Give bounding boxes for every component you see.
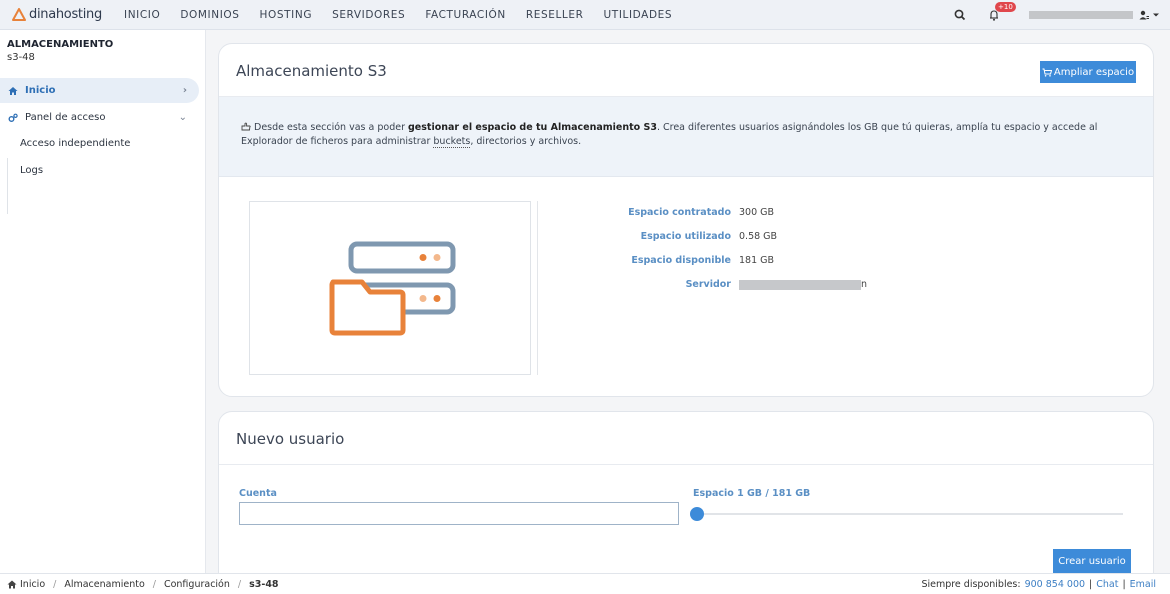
account-input[interactable]	[239, 502, 679, 525]
nav-item-inicio[interactable]: INICIO	[114, 9, 170, 21]
create-user-button[interactable]: Crear usuario	[1053, 549, 1131, 573]
breadcrumb-separator: /	[237, 578, 242, 590]
sidebar-item-label: Inicio	[25, 85, 56, 96]
cart-icon	[1042, 68, 1052, 77]
home-icon	[8, 86, 18, 95]
detail-value: n	[739, 279, 867, 293]
breadcrumb-current: s3-48	[249, 578, 279, 590]
sidebar-item-panel-acceso[interactable]: Panel de acceso ⌄	[0, 105, 199, 130]
top-navbar: dinahosting INICIO DOMINIOS HOSTING SERV…	[0, 0, 1170, 30]
nav-item-reseller[interactable]: RESELLER	[516, 9, 594, 21]
user-icon	[1139, 10, 1149, 20]
details-divider	[537, 201, 538, 375]
new-user-card: Nuevo usuario Cuenta Espacio 1 GB / 181 …	[218, 411, 1154, 586]
main-nav: INICIO DOMINIOS HOSTING SERVIDORES FACTU…	[114, 9, 682, 21]
support-contacts: Siempre disponibles: 900 854 000 | Chat …	[921, 579, 1156, 590]
sidebar-item-inicio[interactable]: Inicio ›	[0, 78, 199, 103]
caret-down-icon	[1153, 13, 1159, 17]
chat-link[interactable]: Chat	[1096, 579, 1118, 590]
detail-value: 181 GB	[739, 255, 775, 266]
sidebar-subitem-logs[interactable]: Logs	[0, 158, 199, 183]
hand-point-icon	[241, 122, 251, 131]
expand-space-button[interactable]: Ampliar espacio	[1040, 61, 1136, 83]
separator: |	[1122, 578, 1126, 590]
storage-card-header: Almacenamiento S3 Ampliar espacio	[219, 44, 1153, 97]
breadcrumb-separator: /	[152, 578, 156, 590]
space-slider-track[interactable]	[697, 513, 1123, 515]
support-phone-link[interactable]: 900 854 000	[1025, 579, 1085, 590]
info-bold: gestionar el espacio de tu Almacenamient…	[408, 122, 657, 133]
notifications-button[interactable]: +10	[987, 2, 1016, 22]
detail-row-used: Espacio utilizado 0.58 GB	[549, 231, 1149, 245]
support-label: Siempre disponibles:	[921, 578, 1021, 590]
detail-value: 300 GB	[739, 207, 775, 218]
nav-item-servidores[interactable]: SERVIDORES	[322, 9, 415, 21]
logo-triangle-icon	[12, 8, 26, 21]
server-folder-illustration	[329, 241, 456, 336]
breadcrumb-separator: /	[53, 578, 57, 590]
new-user-title: Nuevo usuario	[236, 430, 345, 448]
breadcrumb-item[interactable]: Configuración	[164, 579, 230, 590]
user-menu[interactable]	[1139, 10, 1160, 20]
info-text: Desde esta sección vas a poder gestionar…	[241, 121, 1141, 149]
detail-row-available: Espacio disponible 181 GB	[549, 255, 1149, 269]
space-slider-handle[interactable]	[690, 507, 704, 521]
detail-label: Espacio disponible	[631, 255, 731, 266]
breadcrumb-item[interactable]: Inicio	[20, 579, 45, 590]
breadcrumb: Inicio / Almacenamiento / Configuración …	[7, 579, 279, 590]
page-title: Almacenamiento S3	[236, 62, 387, 80]
sidebar-item-label: Panel de acceso	[25, 112, 106, 123]
info-band: Desde esta sección vas a poder gestionar…	[219, 97, 1153, 177]
email-link[interactable]: Email	[1130, 579, 1156, 590]
storage-card: Almacenamiento S3 Ampliar espacio Desde …	[218, 43, 1154, 397]
info-pre: Desde esta sección vas a poder	[254, 122, 408, 133]
detail-value: 0.58 GB	[739, 231, 778, 242]
redacted-server	[739, 279, 861, 290]
cogs-icon	[8, 113, 18, 122]
detail-label: Espacio contratado	[628, 207, 731, 218]
detail-label: Servidor	[685, 279, 731, 290]
server-suffix: n	[861, 279, 868, 290]
detail-row-contracted: Espacio contratado 300 GB	[549, 207, 1149, 221]
info-post: , directorios y archivos.	[470, 136, 582, 147]
nav-item-utilidades[interactable]: UTILIDADES	[594, 9, 683, 21]
footer-bar: Inicio / Almacenamiento / Configuración …	[0, 573, 1170, 594]
nav-item-hosting[interactable]: HOSTING	[250, 9, 323, 21]
search-icon[interactable]	[953, 8, 967, 22]
detail-row-server: Servidor n	[549, 279, 1149, 293]
account-label: Cuenta	[239, 488, 277, 499]
separator: |	[1089, 578, 1093, 590]
sidebar: ALMACENAMIENTO s3-48 Inicio › Panel de a…	[0, 30, 206, 573]
chevron-right-icon: ›	[182, 85, 187, 96]
expand-space-label: Ampliar espacio	[1053, 66, 1135, 78]
nav-item-facturacion[interactable]: FACTURACIÓN	[415, 9, 516, 21]
redacted-username	[1029, 11, 1133, 19]
create-user-label: Crear usuario	[1058, 555, 1126, 567]
home-icon	[7, 580, 17, 588]
sidebar-title: ALMACENAMIENTO	[7, 39, 114, 50]
chevron-down-icon: ⌄	[178, 112, 187, 123]
brand-logo[interactable]: dinahosting	[12, 7, 108, 22]
new-user-card-header: Nuevo usuario	[219, 412, 1153, 465]
breadcrumb-item[interactable]: Almacenamiento	[64, 579, 144, 590]
storage-illustration	[249, 201, 531, 375]
notifications-badge: +10	[995, 2, 1016, 12]
space-label: Espacio 1 GB / 181 GB	[693, 488, 811, 499]
nav-item-dominios[interactable]: DOMINIOS	[170, 9, 249, 21]
sidebar-subitem-acceso-independiente[interactable]: Acceso independiente	[0, 131, 199, 156]
top-right-tools: +10	[939, 0, 1160, 30]
sidebar-subtitle: s3-48	[7, 52, 35, 63]
buckets-term[interactable]: buckets	[433, 136, 471, 148]
brand-name: dinahosting	[29, 7, 102, 22]
detail-label: Espacio utilizado	[640, 231, 731, 242]
